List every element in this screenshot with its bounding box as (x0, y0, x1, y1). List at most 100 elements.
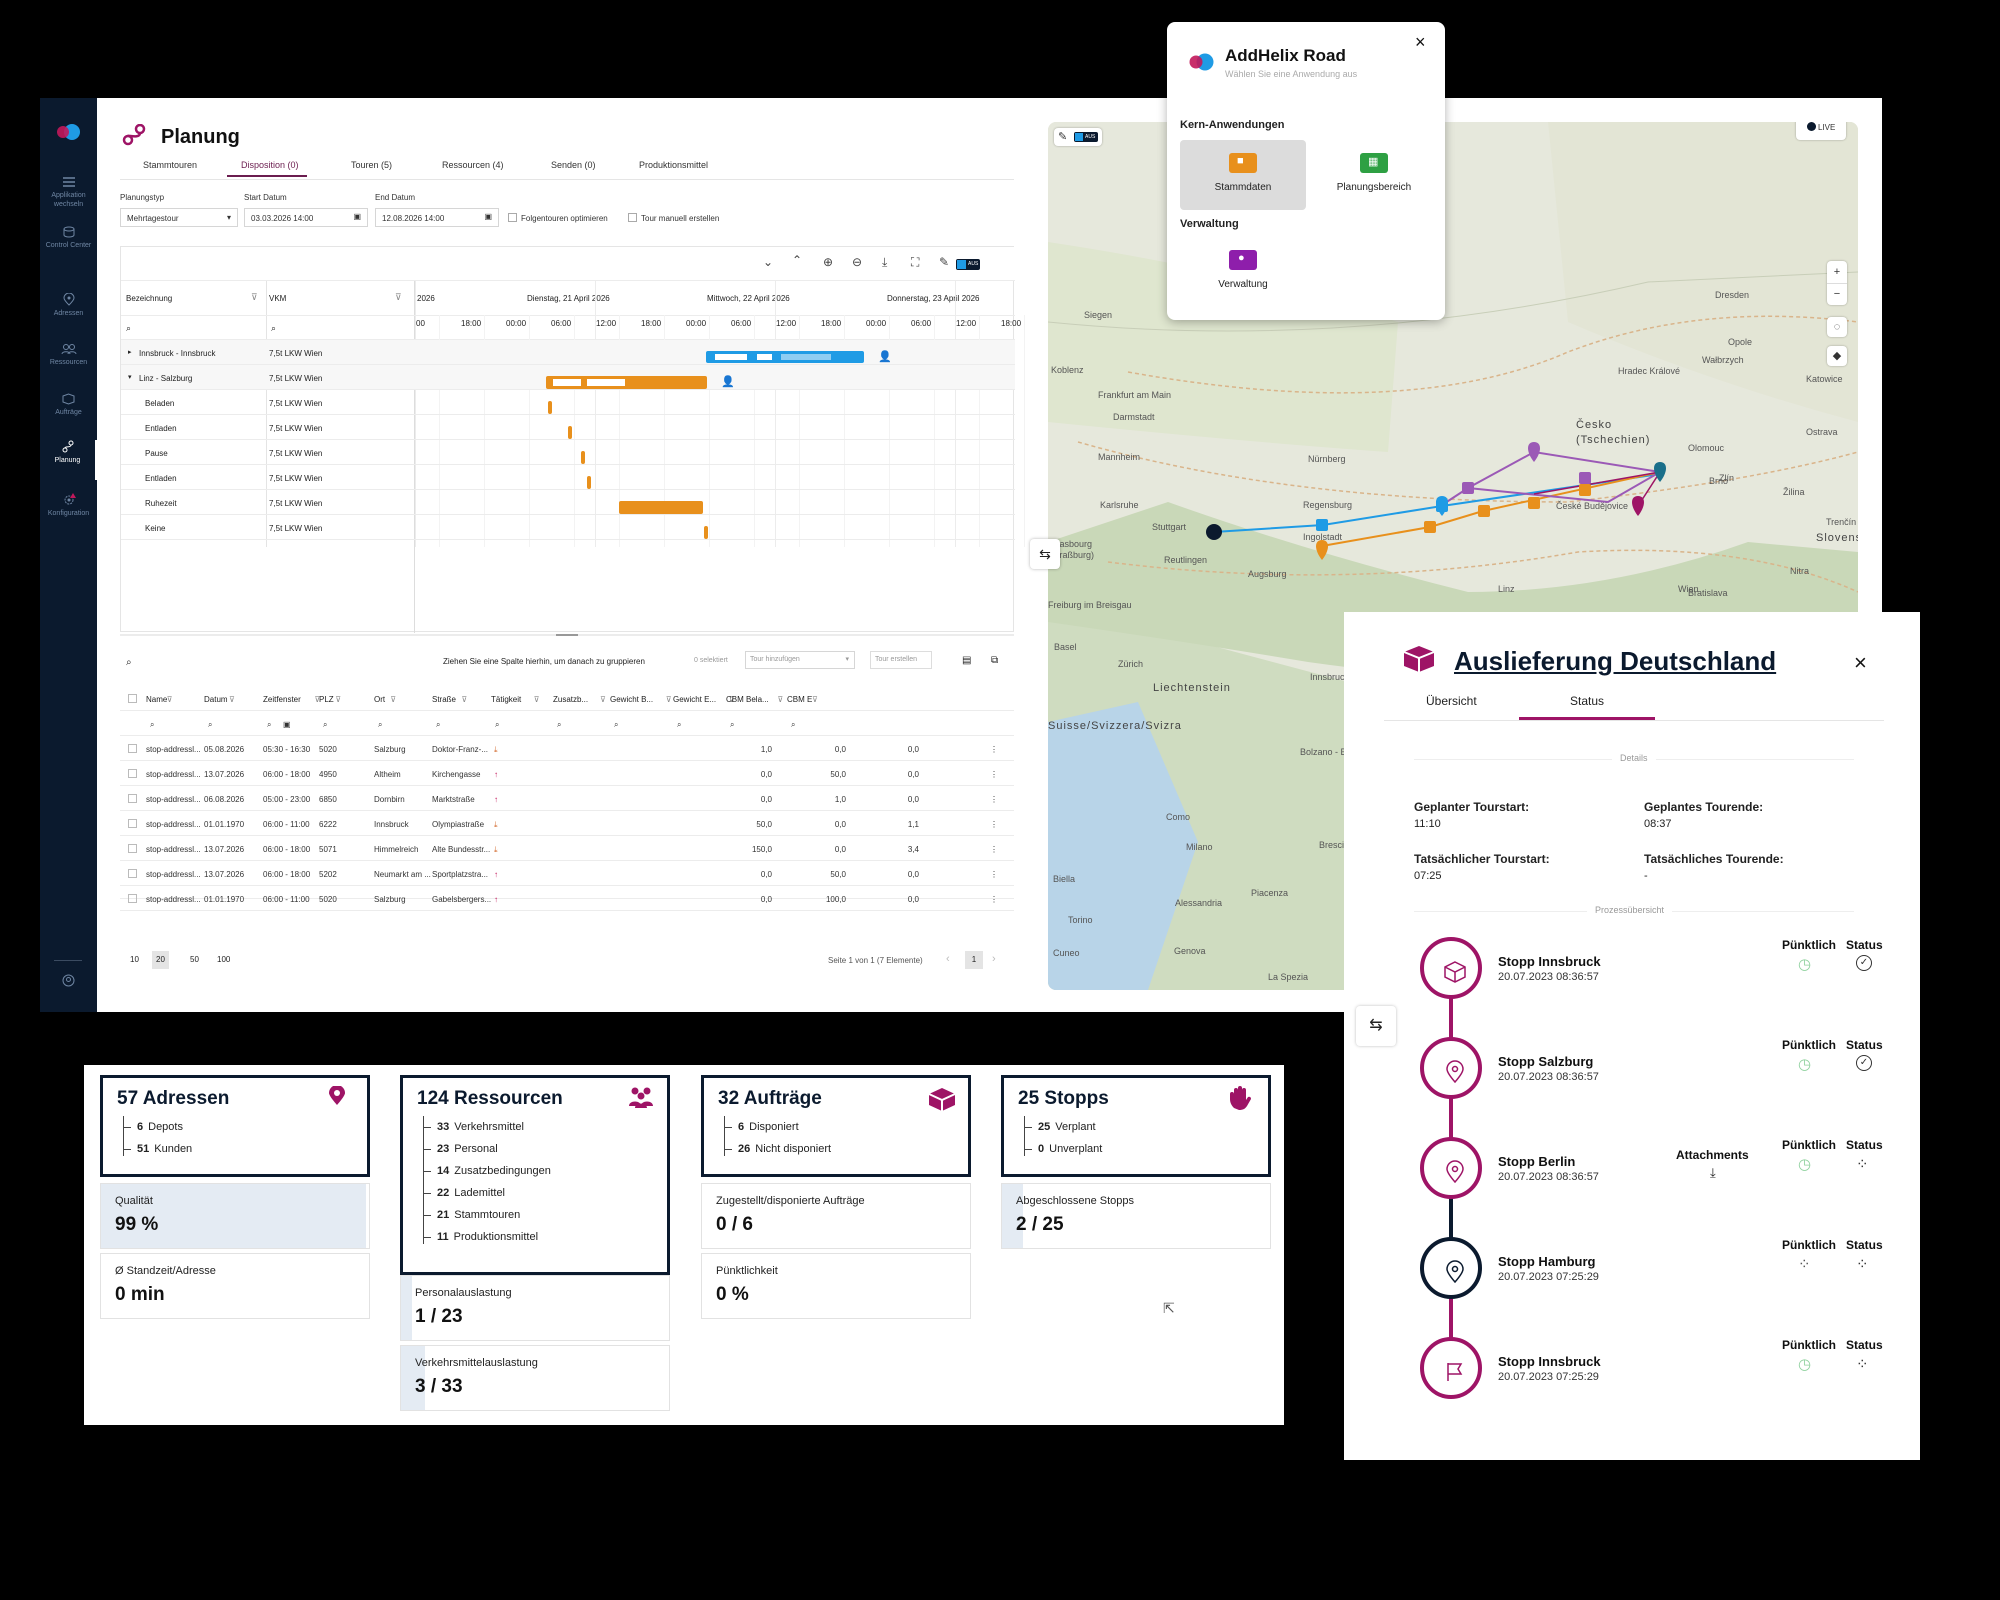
search-icon[interactable]: ⌕ (208, 720, 212, 730)
splitter[interactable] (120, 634, 1014, 636)
search-icon[interactable]: ⌕ (378, 720, 382, 730)
column-header[interactable]: Tätigkeit (491, 695, 521, 704)
select-all-checkbox[interactable] (128, 694, 137, 703)
stop-item[interactable]: Stopp Berlin 20.07.2023 08:36:57 Attachmen… (1420, 1137, 1883, 1207)
calendar-icon[interactable]: ▣ (283, 720, 291, 729)
tab-ressourcen[interactable]: Ressourcen (4) (442, 160, 504, 170)
comment-icon[interactable]: ◌ (1827, 317, 1847, 337)
column-header[interactable]: Ort (374, 695, 385, 704)
download-icon[interactable]: ⤓ (882, 255, 887, 270)
column-header[interactable]: Zeitfenster (263, 695, 301, 704)
more-icon[interactable]: ⋮ (990, 820, 998, 829)
app-tile-planungsbereich[interactable]: ▦ Planungsbereich (1311, 140, 1437, 210)
table-row[interactable]: stop-addressl... 13.07.2026 06:00 - 18:00 5… (120, 836, 1014, 861)
filter-icon[interactable]: ⊽ (390, 695, 396, 704)
close-icon[interactable]: × (1854, 650, 1867, 676)
table-row[interactable]: stop-addressl... 13.07.2026 06:00 - 18:00 4… (120, 761, 1014, 786)
row-checkbox[interactable] (128, 794, 137, 803)
row-checkbox[interactable] (128, 769, 137, 778)
start-date-input[interactable]: 03.03.2026 14:00 ▣ (244, 208, 368, 227)
column-header[interactable]: CBM E (787, 695, 812, 704)
search-icon[interactable]: ⌕ (791, 720, 795, 730)
gantt-row[interactable]: Beladen 7,5t LKW Wien (121, 390, 1015, 415)
app-logo[interactable] (55, 123, 81, 146)
column-header[interactable]: CBM Bela... (726, 695, 769, 704)
column-header[interactable]: Name (146, 695, 167, 704)
swap-icon[interactable]: ⇆ (1030, 539, 1060, 569)
live-toggle[interactable]: LIVE (1796, 122, 1846, 140)
page-size-option[interactable]: 100 (213, 951, 234, 969)
download-icon[interactable]: ⤓ (1710, 1165, 1716, 1181)
row-checkbox[interactable] (128, 869, 137, 878)
task-bar-ruhezeit[interactable] (619, 501, 703, 514)
prev-page-icon[interactable]: ‹ (946, 953, 950, 965)
column-header[interactable]: Datum (204, 695, 228, 704)
sidebar-item-konfiguration[interactable]: Konfiguration (40, 493, 97, 518)
filter-icon[interactable]: ⊽ (666, 695, 672, 704)
collapse-all-icon[interactable]: ⌄ (763, 255, 773, 269)
task-bar-keine[interactable] (704, 526, 708, 539)
layers-icon[interactable]: ◆ (1827, 346, 1847, 366)
table-row[interactable]: stop-addressl... 05.08.2026 05:30 - 16:30 5… (120, 736, 1014, 761)
filter-icon[interactable]: ⊽ (600, 695, 606, 704)
more-icon[interactable]: ⋮ (990, 745, 998, 754)
more-icon[interactable]: ⋮ (990, 845, 998, 854)
end-date-input[interactable]: 12.08.2026 14:00 ▣ (375, 208, 499, 227)
close-icon[interactable]: × (1415, 32, 1426, 53)
tab-status[interactable]: Status (1570, 694, 1604, 708)
folgentouren-checkbox[interactable] (508, 213, 517, 222)
column-header[interactable]: Gewicht E... (673, 695, 716, 704)
page-size-option[interactable]: 20 (152, 951, 169, 969)
table-row[interactable]: stop-addressl... 13.07.2026 06:00 - 18:00 5… (120, 861, 1014, 886)
filter-icon[interactable]: ⊽ (167, 695, 173, 704)
table-row[interactable]: stop-addressl... 06.08.2026 05:00 - 23:00 6… (120, 786, 1014, 811)
more-icon[interactable]: ⋮ (990, 770, 998, 779)
app-tile-stammdaten[interactable]: ■ Stammdaten (1180, 140, 1306, 210)
app-tile-verwaltung[interactable]: ● Verwaltung (1180, 247, 1306, 317)
user-icon[interactable] (62, 974, 75, 992)
filter-icon[interactable]: ⊽ (812, 695, 818, 704)
filter-icon[interactable]: ⊽ (461, 695, 467, 704)
planungstyp-select[interactable]: Mehrtagestour ▾ (120, 208, 238, 227)
row-checkbox[interactable] (128, 819, 137, 828)
more-icon[interactable]: ⋮ (990, 895, 998, 904)
filter-icon[interactable]: ⊽ (534, 695, 540, 704)
search-icon[interactable]: ⌕ (557, 720, 561, 730)
assign-driver-icon[interactable]: 👤 (721, 375, 735, 388)
column-header[interactable]: Straße (432, 695, 456, 704)
column-header[interactable]: Zusatzb... (553, 695, 588, 704)
create-tour-button[interactable]: Tour erstellen (870, 651, 932, 669)
aus-toggle[interactable]: AUS (956, 259, 980, 270)
more-icon[interactable]: ⋮ (990, 795, 998, 804)
page-size-option[interactable]: 10 (126, 951, 143, 969)
page-number[interactable]: 1 (965, 951, 983, 969)
swap-icon[interactable]: ⇆ (1356, 1006, 1396, 1046)
filter-icon[interactable]: ⊽ (229, 695, 235, 704)
row-checkbox[interactable] (128, 894, 137, 903)
stop-item[interactable]: Stopp Innsbruck 20.07.2023 08:36:57 Pünktl… (1420, 937, 1883, 1007)
column-header[interactable]: Gewicht B... (610, 695, 653, 704)
tab-disposition[interactable]: Disposition (0) (241, 160, 299, 170)
filter-icon[interactable]: ⊽ (251, 292, 258, 303)
column-header[interactable]: PLZ (319, 695, 334, 704)
gantt-row[interactable]: Pause 7,5t LKW Wien (121, 440, 1015, 465)
zoom-in-icon[interactable]: ⊕ (823, 255, 833, 269)
sidebar-item-app-switch[interactable]: Applikation wechseln (40, 176, 97, 209)
filter-icon[interactable]: ⊽ (395, 292, 402, 303)
expand-icon[interactable]: ▸ (128, 348, 132, 356)
sidebar-item-ressourcen[interactable]: Ressourcen (40, 343, 97, 367)
search-icon[interactable]: ⌕ (436, 720, 440, 730)
gantt-row[interactable]: Entladen 7,5t LKW Wien (121, 465, 1015, 490)
stop-item[interactable]: Stopp Innsbruck 20.07.2023 07:25:29 Pünktl… (1420, 1337, 1883, 1407)
zoom-out-icon[interactable]: ⊖ (852, 255, 862, 269)
more-icon[interactable]: ⋮ (990, 870, 998, 879)
search-icon[interactable]: ⌕ (677, 720, 681, 730)
tour-add-select[interactable]: Tour hinzufügen ▾ (745, 651, 855, 669)
search-icon[interactable]: ⌕ (267, 720, 271, 730)
page-size-option[interactable]: 50 (186, 951, 203, 969)
edit-icon[interactable]: ✎ (939, 255, 949, 269)
stop-item[interactable]: Stopp Hamburg 20.07.2023 07:25:29 Pünktlic… (1420, 1237, 1883, 1307)
search-icon[interactable]: ⌕ (150, 720, 154, 730)
export-icon[interactable]: ⧉ (991, 655, 998, 666)
task-bar-entladen[interactable] (587, 476, 591, 489)
